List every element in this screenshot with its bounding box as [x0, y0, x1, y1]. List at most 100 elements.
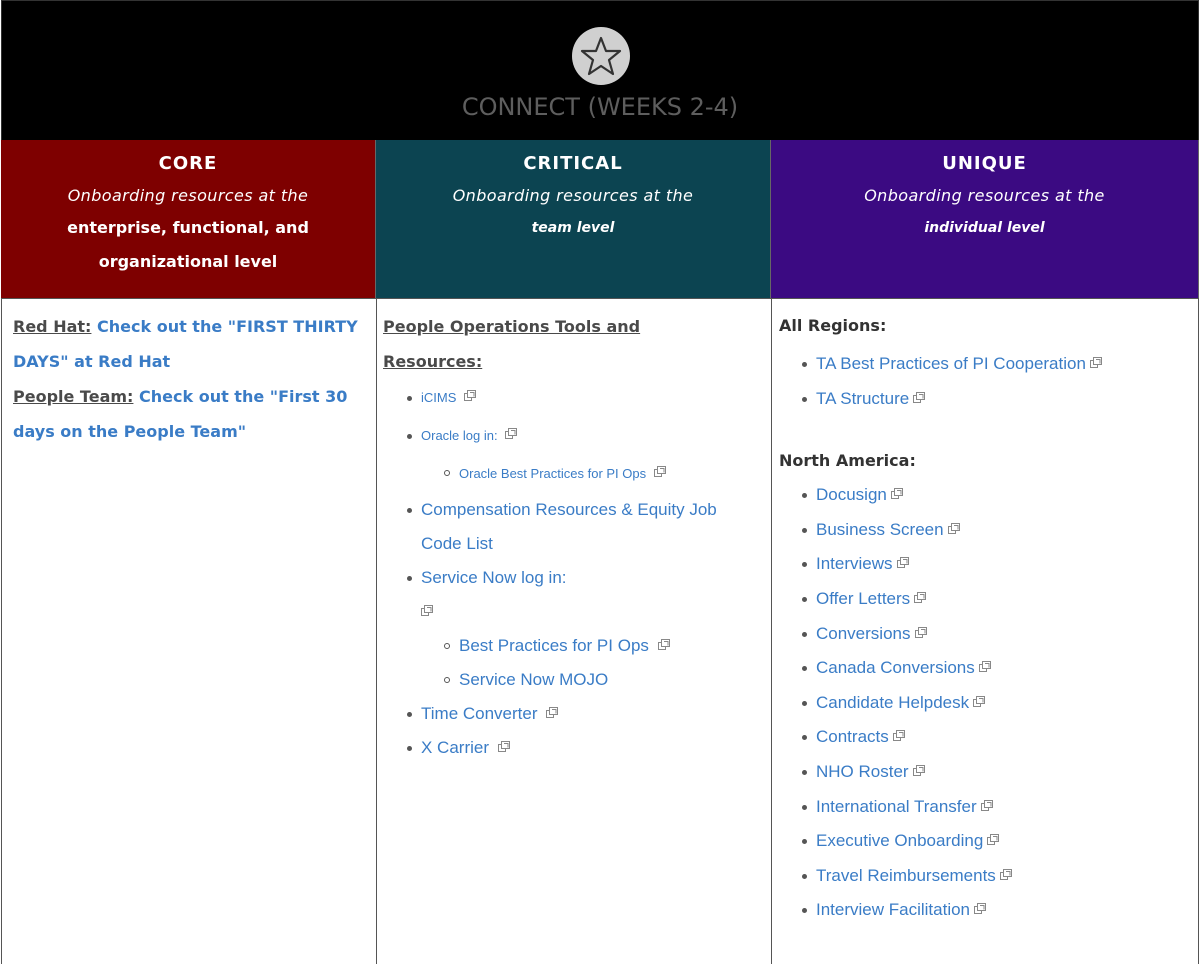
unique-heading: UNIQUE: [942, 153, 1027, 174]
external-link-icon: [892, 730, 905, 742]
list-item: Business Screen: [779, 513, 1198, 548]
list-item: Service Now log in:: [383, 561, 621, 629]
candidate-helpdesk-link[interactable]: Candidate Helpdesk: [816, 693, 969, 712]
core-level-text-1: enterprise, functional, and: [67, 218, 309, 237]
external-link-icon: [912, 764, 925, 776]
icims-link[interactable]: iCIMS: [421, 390, 456, 405]
external-link-icon: [973, 695, 986, 707]
page: CONNECT (WEEKS 2-4) CORE Onboarding reso…: [1, 0, 1199, 964]
external-link-icon: [890, 488, 903, 500]
offer-letters-link[interactable]: Offer Letters: [816, 589, 910, 608]
external-link-icon: [653, 466, 666, 477]
critical-column-body: People Operations Tools and Resources: i…: [376, 298, 771, 964]
x-carrier-link[interactable]: X Carrier: [421, 738, 489, 757]
external-link-icon: [657, 639, 670, 650]
external-link-icon: [987, 834, 1000, 846]
banner-title: CONNECT (WEEKS 2-4): [461, 93, 739, 121]
service-now-login-link[interactable]: Service Now log in:: [421, 568, 567, 587]
critical-column-header: CRITICAL Onboarding resources at the tea…: [376, 140, 771, 298]
business-screen-link[interactable]: Business Screen: [816, 520, 944, 539]
unique-level-text: individual level: [924, 220, 1045, 236]
people-team-label: People Team:: [13, 387, 134, 406]
list-item: X Carrier: [383, 731, 771, 765]
external-link-icon: [1089, 357, 1102, 368]
external-link-icon: [974, 903, 987, 915]
unique-column-header: UNIQUE Onboarding resources at the indiv…: [771, 140, 1199, 298]
nho-roster-link[interactable]: NHO Roster: [816, 762, 909, 781]
international-transfer-link[interactable]: International Transfer: [816, 797, 977, 816]
redhat-label: Red Hat:: [13, 317, 92, 336]
external-link-icon: [497, 741, 510, 752]
people-team-entry: People Team: Check out the "First 30 day…: [13, 379, 373, 449]
external-link-icon: [999, 868, 1012, 880]
core-level-text-2: organizational level: [98, 252, 278, 271]
list-item: iCIMS: [383, 379, 771, 417]
list-item: Candidate Helpdesk: [779, 686, 1198, 721]
external-link-icon: [896, 557, 909, 569]
external-link-icon: [464, 390, 477, 401]
contracts-link[interactable]: Contracts: [816, 727, 889, 746]
external-link-icon: [947, 522, 960, 534]
service-now-mojo-link[interactable]: Service Now MOJO: [459, 670, 608, 689]
unique-column-body: All Regions: TA Best Practices of PI Coo…: [771, 298, 1199, 964]
section-banner: CONNECT (WEEKS 2-4): [1, 0, 1199, 141]
oracle-best-practices-link[interactable]: Oracle Best Practices for PI Ops: [459, 466, 646, 481]
external-link-icon: [980, 799, 993, 811]
list-item: Best Practices for PI Ops: [383, 629, 771, 663]
list-item: TA Structure: [779, 382, 1198, 417]
ta-structure-link[interactable]: TA Structure: [816, 389, 909, 408]
travel-reimbursements-link[interactable]: Travel Reimbursements: [816, 866, 996, 885]
core-column-header: CORE Onboarding resources at the enterpr…: [1, 140, 376, 298]
compensation-resources-link[interactable]: Compensation Resources & Equity Job Code…: [421, 500, 717, 553]
conversions-link[interactable]: Conversions: [816, 624, 911, 643]
oracle-login-link[interactable]: Oracle log in:: [421, 428, 498, 443]
external-link-icon: [978, 661, 991, 673]
external-link-icon: [421, 605, 433, 616]
list-item: Travel Reimbursements: [779, 859, 1198, 894]
list-item: Service Now MOJO: [383, 663, 771, 697]
interviews-link[interactable]: Interviews: [816, 554, 893, 573]
critical-heading: CRITICAL: [523, 153, 623, 174]
redhat-entry: Red Hat: Check out the "FIRST THIRTY DAY…: [13, 309, 373, 379]
docusign-link[interactable]: Docusign: [816, 485, 887, 504]
north-america-list: Docusign Business Screen Interviews Offer L…: [779, 478, 1198, 928]
canada-conversions-link[interactable]: Canada Conversions: [816, 658, 975, 677]
tools-list: iCIMS Oracle log in: Oracle Best Practic…: [383, 379, 771, 765]
list-item: Interview Facilitation: [779, 893, 1198, 928]
list-item: Offer Letters: [779, 582, 1198, 617]
critical-subtitle: Onboarding resources at the: [452, 186, 694, 205]
external-link-icon: [914, 626, 927, 638]
list-item: Conversions: [779, 617, 1198, 652]
best-practices-link[interactable]: Best Practices for PI Ops: [459, 636, 649, 655]
core-subtitle: Onboarding resources at the: [67, 186, 309, 205]
external-link-icon: [914, 591, 927, 603]
list-item: TA Best Practices of PI Cooperation: [779, 347, 1198, 382]
list-item: Oracle log in:: [383, 417, 771, 455]
ta-best-practices-of-pi-cooperation-link[interactable]: TA Best Practices of PI Cooperation: [816, 354, 1086, 373]
list-item: Oracle Best Practices for PI Ops: [383, 455, 771, 493]
list-item: Interviews: [779, 547, 1198, 582]
unique-subtitle: Onboarding resources at the: [864, 186, 1105, 205]
all-regions-title: All Regions:: [779, 316, 887, 335]
list-item: NHO Roster: [779, 755, 1198, 790]
star-icon: [572, 27, 630, 85]
external-link-icon: [505, 428, 518, 439]
core-heading: CORE: [158, 153, 218, 174]
list-item: Contracts: [779, 720, 1198, 755]
executive-onboarding-link[interactable]: Executive Onboarding: [816, 831, 983, 850]
list-item: Executive Onboarding: [779, 824, 1198, 859]
time-converter-link[interactable]: Time Converter: [421, 704, 538, 723]
core-column-body: Red Hat: Check out the "FIRST THIRTY DAY…: [1, 298, 376, 964]
interview-facilitation-link[interactable]: Interview Facilitation: [816, 900, 970, 919]
external-link-icon: [913, 391, 926, 403]
list-item: International Transfer: [779, 790, 1198, 825]
list-item: Docusign: [779, 478, 1198, 513]
external-link-icon: [546, 707, 559, 718]
all-regions-list: TA Best Practices of PI Cooperation TA St…: [779, 347, 1198, 416]
list-item: Compensation Resources & Equity Job Code…: [383, 493, 761, 561]
people-ops-tools-title: People Operations Tools and Resources:: [383, 317, 641, 371]
list-item: Time Converter: [383, 697, 771, 731]
north-america-title: North America:: [779, 451, 916, 471]
critical-level-text: team level: [531, 220, 615, 236]
list-item: Canada Conversions: [779, 651, 1198, 686]
